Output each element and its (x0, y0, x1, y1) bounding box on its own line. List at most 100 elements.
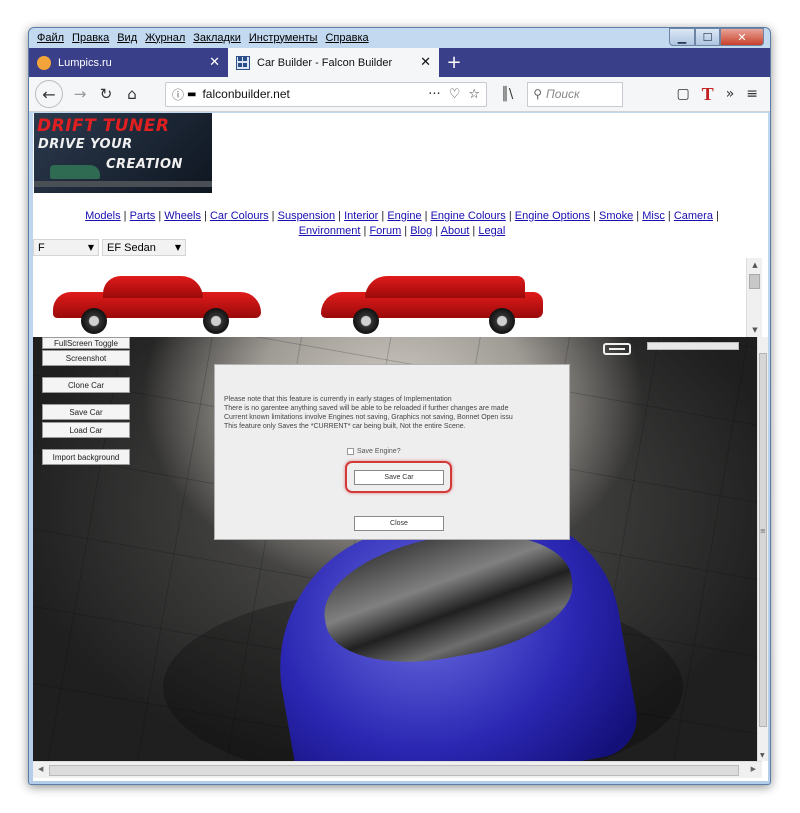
page-vertical-scrollbar[interactable]: ≡ ▼ (757, 337, 768, 761)
sedan-thumbnail[interactable] (53, 268, 263, 334)
home-icon[interactable]: ⌂ (119, 81, 145, 107)
nav-link-about[interactable]: About (441, 225, 470, 237)
address-bar[interactable]: ⓘ ▬ falconbuilder.net ··· ♡ ☆ (165, 81, 487, 107)
logo-line-2: DRIVE YOUR (38, 137, 133, 152)
close-window-button[interactable]: ✕ (720, 28, 764, 46)
nav-link-interior[interactable]: Interior (344, 210, 378, 222)
url-text[interactable]: falconbuilder.net (202, 87, 428, 101)
chevron-down-icon: ▼ (87, 243, 94, 252)
hamburger-menu-icon[interactable]: ≡ (746, 86, 758, 102)
nav-link-parts[interactable]: Parts (130, 210, 156, 222)
model-select-value: EF Sedan (107, 241, 156, 254)
pocket-icon[interactable]: ♡ (449, 87, 461, 102)
nav-link-legal[interactable]: Legal (478, 225, 505, 237)
overflow-chevron-icon[interactable]: » (726, 86, 735, 102)
page-scroll-thumb[interactable] (759, 353, 767, 727)
page-horizontal-scrollbar[interactable]: ◀ ▶ (33, 761, 762, 778)
3d-viewport[interactable]: FullScreen Toggle Screenshot Clone Car S… (33, 337, 762, 761)
library-icon[interactable]: ║\ (501, 87, 513, 102)
menu-tools[interactable]: Инструменты (249, 32, 318, 44)
window-controls: ▁ ☐ ✕ (669, 28, 764, 46)
scroll-down-icon[interactable]: ▼ (760, 752, 765, 759)
car-view-icon[interactable] (603, 343, 631, 355)
save-car-dialog: Please note that this feature is current… (214, 364, 570, 540)
dialog-message: Please note that this feature is current… (224, 395, 569, 431)
page-actions-icon[interactable]: ··· (428, 87, 440, 102)
tab-strip: Lumpics.ru ✕ Car Builder - Falcon Builde… (29, 48, 770, 77)
save-engine-checkbox[interactable] (347, 448, 354, 455)
menu-file[interactable]: Файл (37, 32, 64, 44)
scroll-down-icon[interactable]: ▼ (747, 326, 762, 334)
search-placeholder: Поиск (546, 87, 580, 101)
dialog-line-3: Current known limitations involve Engine… (224, 414, 513, 421)
nav-link-wheels[interactable]: Wheels (164, 210, 201, 222)
back-arrow-icon[interactable]: ← (35, 80, 63, 108)
close-dialog-button[interactable]: Close (354, 516, 444, 531)
save-car-button[interactable]: Save Car (354, 470, 444, 485)
logo-line-1: DRIFT TUNER (37, 116, 170, 136)
maximize-button[interactable]: ☐ (695, 28, 720, 46)
make-select[interactable]: F ▼ (33, 239, 99, 256)
dialog-line-4: This feature only Saves the *CURRENT* ca… (224, 423, 466, 430)
navigation-bar: ← → ↻ ⌂ ⓘ ▬ falconbuilder.net ··· ♡ ☆ ║\… (29, 77, 770, 112)
reload-icon[interactable]: ↻ (93, 81, 119, 107)
wagon-thumbnail[interactable] (321, 268, 546, 334)
permissions-icon[interactable]: ▬ (187, 89, 196, 100)
make-select-value: F (38, 241, 45, 254)
forward-arrow-icon[interactable]: → (67, 81, 93, 107)
scroll-right-icon[interactable]: ▶ (751, 765, 756, 773)
screenshot-button[interactable]: Screenshot (42, 350, 130, 366)
nav-link-engine[interactable]: Engine (387, 210, 421, 222)
gallery-scrollbar[interactable]: ▲ ▼ (746, 258, 762, 337)
import-background-button[interactable]: Import background (42, 449, 130, 465)
nav-link-forum[interactable]: Forum (369, 225, 401, 237)
menu-history[interactable]: Журнал (145, 32, 185, 44)
nav-link-smoke[interactable]: Smoke (599, 210, 633, 222)
scroll-left-icon[interactable]: ◀ (38, 765, 43, 773)
save-car-side-button[interactable]: Save Car (42, 404, 130, 420)
translate-extension-icon[interactable]: T (702, 84, 714, 105)
model-select[interactable]: EF Sedan ▼ (102, 239, 186, 256)
fullscreen-toggle-button[interactable]: FullScreen Toggle (42, 337, 130, 349)
clone-car-button[interactable]: Clone Car (42, 377, 130, 393)
loading-progress-bar (647, 342, 739, 350)
scroll-up-icon[interactable]: ▲ (747, 261, 762, 269)
nav-link-environment[interactable]: Environment (299, 225, 361, 237)
tab-lumpics[interactable]: Lumpics.ru ✕ (29, 48, 228, 77)
close-tab-icon[interactable]: ✕ (209, 55, 220, 70)
load-car-button[interactable]: Load Car (42, 422, 130, 438)
nav-link-car-colours[interactable]: Car Colours (210, 210, 269, 222)
menu-help[interactable]: Справка (325, 32, 368, 44)
site-info-icon[interactable]: ⓘ (172, 86, 184, 103)
nav-link-suspension[interactable]: Suspension (278, 210, 336, 222)
nav-link-engine-colours[interactable]: Engine Colours (431, 210, 506, 222)
nav-link-misc[interactable]: Misc (642, 210, 665, 222)
tab-car-builder[interactable]: Car Builder - Falcon Builder ✕ (228, 48, 439, 77)
nav-link-camera[interactable]: Camera (674, 210, 713, 222)
nav-link-blog[interactable]: Blog (410, 225, 432, 237)
tab-title: Car Builder - Falcon Builder (257, 56, 393, 69)
menu-view[interactable]: Вид (117, 32, 137, 44)
new-tab-plus-icon[interactable]: + (439, 48, 469, 77)
reader-view-icon[interactable]: ▢ (676, 86, 689, 102)
tab-title: Lumpics.ru (58, 56, 112, 69)
site-logo[interactable]: DRIFT TUNER DRIVE YOUR CREATION (34, 113, 212, 193)
lumpics-favicon-icon (37, 55, 51, 70)
bookmark-star-icon[interactable]: ☆ (468, 87, 480, 102)
minimize-button[interactable]: ▁ (669, 28, 695, 46)
search-input[interactable]: ⚲ Поиск (527, 81, 624, 107)
save-engine-option[interactable]: Save Engine? (347, 448, 401, 455)
menu-bookmarks[interactable]: Закладки (193, 32, 241, 44)
nav-link-models[interactable]: Models (85, 210, 120, 222)
scroll-grip-icon: ≡ (760, 527, 766, 535)
page-hscroll-thumb[interactable] (49, 765, 739, 776)
gallery-scroll-thumb[interactable] (749, 274, 760, 289)
menu-edit[interactable]: Правка (72, 32, 109, 44)
logo-line-3: CREATION (106, 157, 183, 172)
close-tab-icon[interactable]: ✕ (420, 55, 431, 70)
chevron-down-icon: ▼ (174, 243, 181, 252)
falcon-favicon-icon (236, 55, 250, 70)
dialog-line-1: Please note that this feature is current… (224, 396, 452, 403)
search-icon: ⚲ (533, 87, 543, 101)
nav-link-engine-options[interactable]: Engine Options (515, 210, 590, 222)
